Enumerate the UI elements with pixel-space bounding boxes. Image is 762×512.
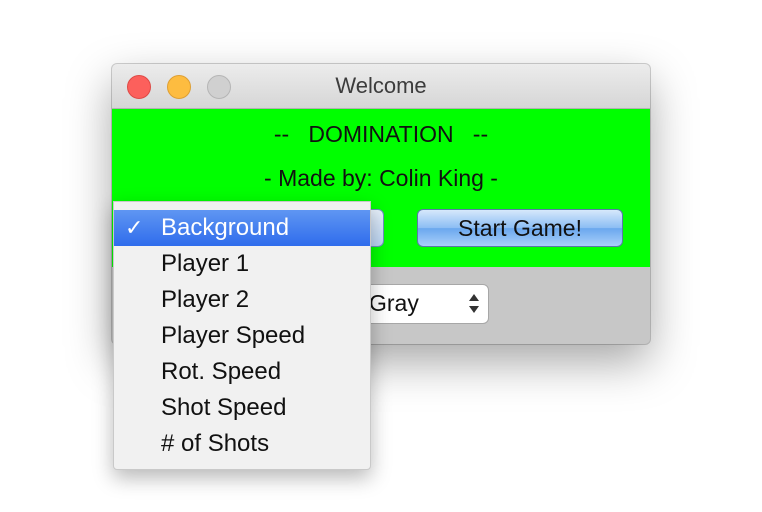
menu-item-background[interactable]: ✓ Background — [114, 210, 370, 246]
menu-item-rot-speed[interactable]: Rot. Speed — [114, 354, 370, 390]
window-title: Welcome — [335, 73, 427, 98]
color-select-value: Gray — [369, 290, 419, 316]
menu-item-player-2[interactable]: Player 2 — [114, 282, 370, 318]
menu-item-label: Player 1 — [161, 250, 250, 277]
menu-item-label: Rot. Speed — [161, 358, 282, 385]
checkmark-icon: ✓ — [125, 215, 144, 240]
title-bar[interactable]: Welcome — [112, 64, 650, 109]
menu-item-player-speed[interactable]: Player Speed — [114, 318, 370, 354]
menu-item-label: Player 2 — [161, 286, 250, 313]
credit-text: - Made by: Colin King - — [264, 165, 498, 191]
start-game-button[interactable]: Start Game! — [417, 209, 623, 247]
menu-item-shot-speed[interactable]: Shot Speed — [114, 390, 370, 426]
menu-item-label: # of Shots — [161, 430, 270, 457]
game-title: -- DOMINATION -- — [273, 121, 489, 147]
menu-item-num-shots[interactable]: # of Shots — [114, 426, 370, 462]
menu-item-label: Shot Speed — [161, 394, 287, 421]
settings-dropdown-menu: ✓ Background Player 1 Player 2 Player Sp… — [113, 201, 371, 470]
menu-item-player-1[interactable]: Player 1 — [114, 246, 370, 282]
menu-item-label: Background — [161, 214, 290, 241]
settings-combo-edge[interactable] — [370, 209, 384, 247]
up-down-arrows-icon — [468, 294, 480, 316]
menu-item-label: Player Speed — [161, 322, 306, 349]
color-select[interactable]: Gray — [362, 284, 489, 324]
